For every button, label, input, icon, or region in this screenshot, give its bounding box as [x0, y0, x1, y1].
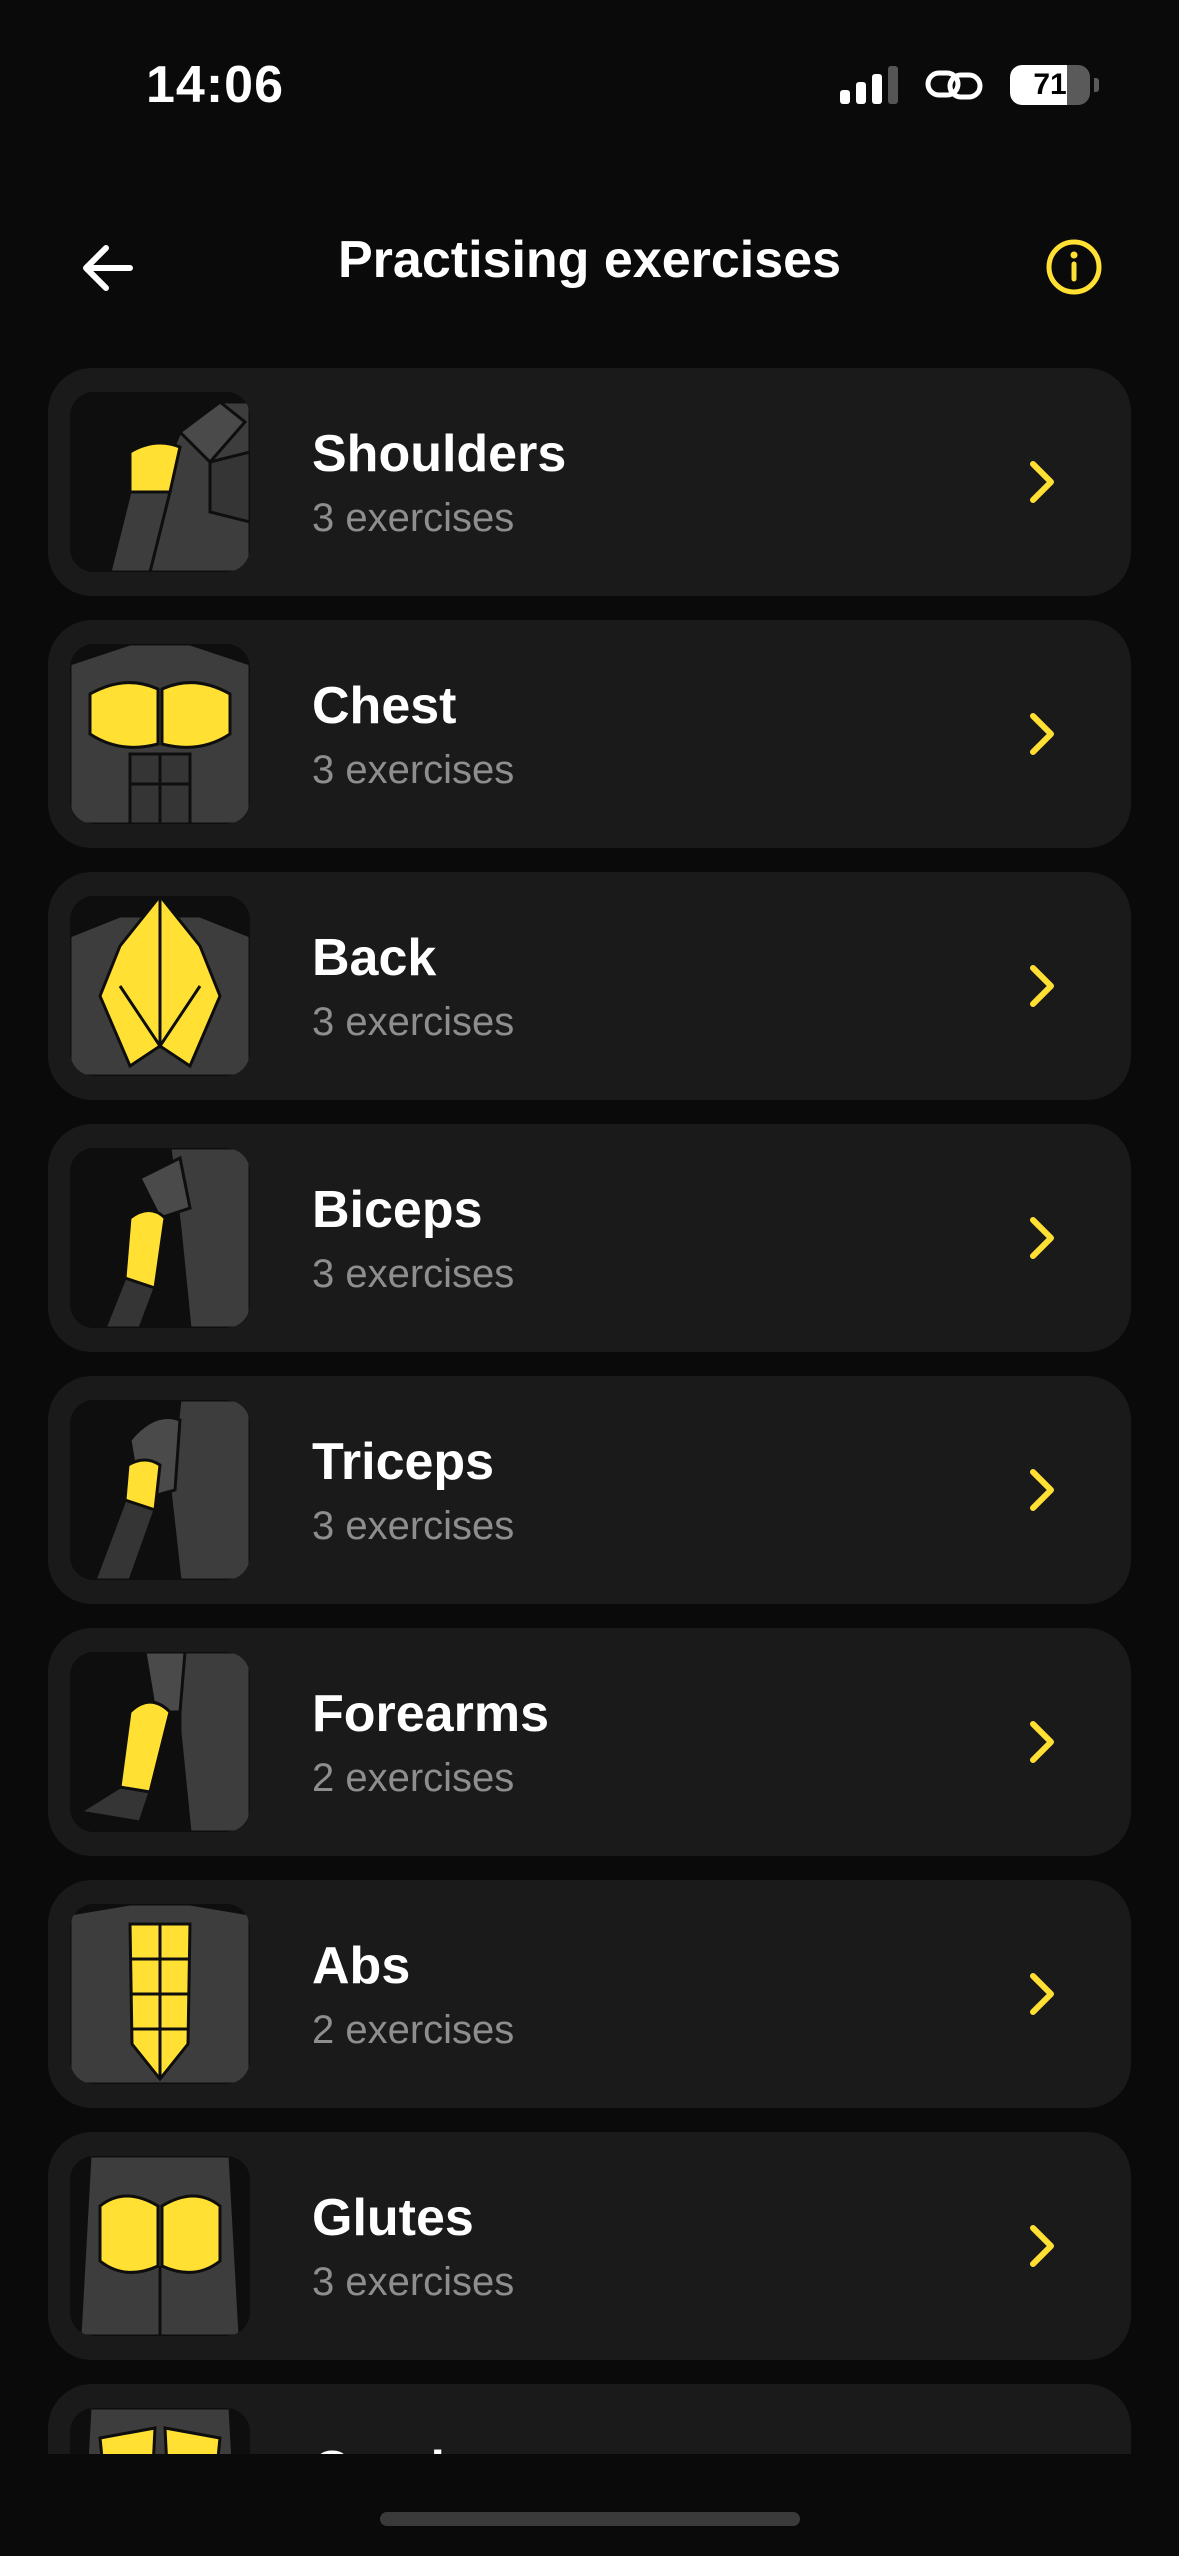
muscle-group-card-triceps[interactable]: Triceps 3 exercises	[48, 1376, 1131, 1604]
page-title: Practising exercises	[338, 231, 841, 289]
info-button[interactable]	[1039, 232, 1109, 302]
exercise-count: 2 exercises	[312, 2008, 515, 2052]
chevron-right-icon	[1030, 965, 1054, 1007]
status-time: 14:06	[146, 56, 284, 114]
abs-muscle-image	[70, 1904, 250, 2084]
battery-icon: 71	[1010, 65, 1090, 105]
muscle-group-name: Forearms	[312, 1685, 549, 1743]
info-icon	[1046, 239, 1102, 295]
exercise-count: 3 exercises	[312, 1504, 515, 1548]
shoulders-muscle-image	[70, 392, 250, 572]
glutes-muscle-image	[70, 2156, 250, 2336]
muscle-group-card-abs[interactable]: Abs 2 exercises	[48, 1880, 1131, 2108]
home-indicator	[380, 2512, 800, 2526]
muscle-group-card-forearms[interactable]: Forearms 2 exercises	[48, 1628, 1131, 1856]
exercise-count: 3 exercises	[312, 1000, 515, 1044]
exercise-count: 3 exercises	[312, 2260, 515, 2304]
muscle-group-card-quads[interactable]: Quads	[48, 2384, 1131, 2454]
exercise-count: 3 exercises	[312, 1252, 515, 1296]
quads-muscle-image	[70, 2408, 250, 2454]
muscle-group-name: Chest	[312, 677, 457, 735]
triceps-muscle-image	[70, 1400, 250, 1580]
muscle-group-card-biceps[interactable]: Biceps 3 exercises	[48, 1124, 1131, 1352]
chest-muscle-image	[70, 644, 250, 824]
muscle-group-name: Triceps	[312, 1433, 495, 1491]
muscle-group-name: Biceps	[312, 1181, 483, 1239]
muscle-group-name: Glutes	[312, 2189, 474, 2247]
exercise-count: 3 exercises	[312, 496, 515, 540]
chevron-right-icon	[1030, 2225, 1054, 2267]
muscle-group-card-back[interactable]: Back 3 exercises	[48, 872, 1131, 1100]
muscle-group-name: Back	[312, 929, 437, 987]
muscle-group-card-glutes[interactable]: Glutes 3 exercises	[48, 2132, 1131, 2360]
chevron-right-icon	[1030, 1721, 1054, 1763]
signal-icon	[840, 66, 898, 104]
biceps-muscle-image	[70, 1148, 250, 1328]
header: Practising exercises	[0, 210, 1179, 320]
exercise-count: 2 exercises	[312, 1756, 515, 1800]
muscle-group-name: Quads	[312, 2440, 474, 2454]
back-muscle-image	[70, 896, 250, 1076]
exercise-count: 3 exercises	[312, 748, 515, 792]
battery-tip	[1094, 78, 1099, 92]
chevron-right-icon	[1030, 713, 1054, 755]
status-icons: 71	[840, 65, 1099, 105]
chevron-right-icon	[1030, 1469, 1054, 1511]
muscle-group-card-chest[interactable]: Chest 3 exercises	[48, 620, 1131, 848]
link-icon	[925, 70, 983, 100]
battery-percent: 71	[1033, 68, 1067, 101]
muscle-group-list: Shoulders 3 exercises Chest 3 exercises	[48, 368, 1131, 2454]
muscle-group-name: Abs	[312, 1937, 411, 1995]
forearms-muscle-image	[70, 1652, 250, 1832]
status-bar: 14:06 71	[0, 0, 1179, 150]
chevron-right-icon	[1030, 461, 1054, 503]
muscle-group-name: Shoulders	[312, 425, 567, 483]
chevron-right-icon	[1030, 1973, 1054, 2015]
muscle-group-card-shoulders[interactable]: Shoulders 3 exercises	[48, 368, 1131, 596]
chevron-right-icon	[1030, 1217, 1054, 1259]
